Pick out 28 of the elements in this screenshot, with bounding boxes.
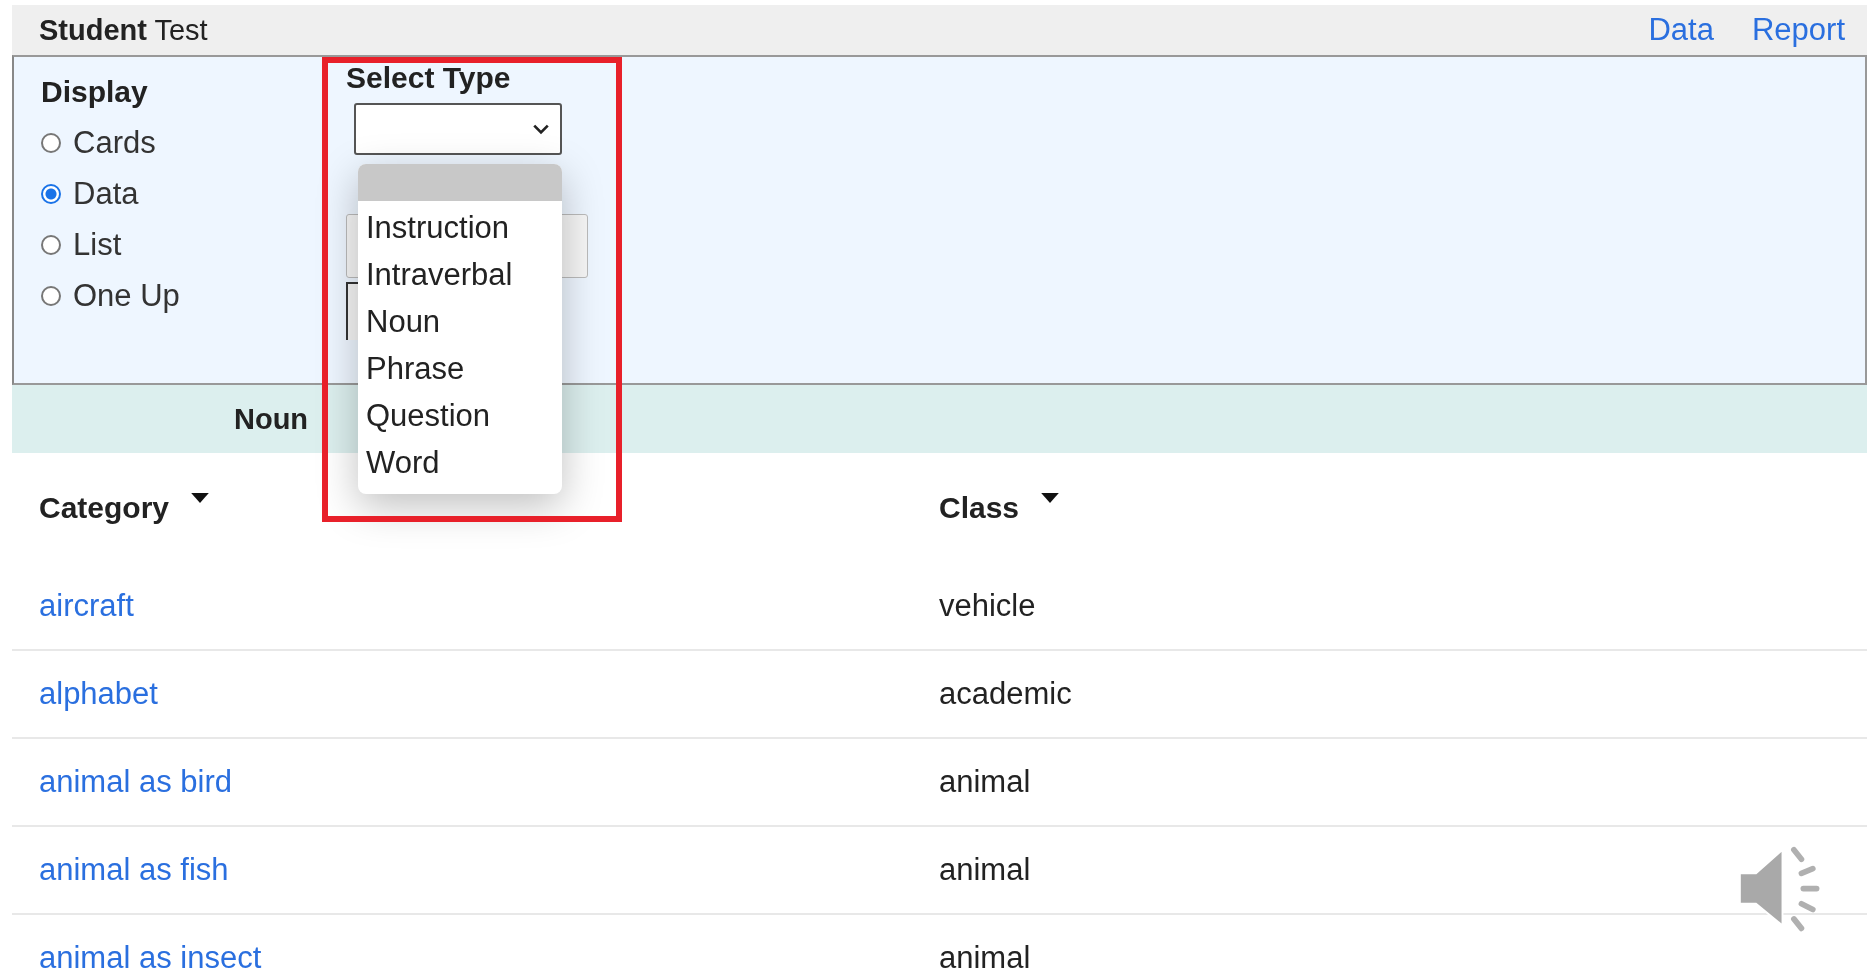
table-cell: animal xyxy=(939,940,1031,975)
table-cell: animal xyxy=(939,852,1031,887)
dropdown-option[interactable]: Word xyxy=(358,439,562,486)
table-cell: animal xyxy=(939,764,1031,799)
radio-label[interactable]: List xyxy=(73,226,122,263)
column-header[interactable]: Category xyxy=(39,491,170,525)
dropdown-option[interactable]: Question xyxy=(358,392,562,439)
dropdown-option[interactable]: Instruction xyxy=(358,204,562,251)
table-cell: vehicle xyxy=(939,588,1036,623)
category-link[interactable]: animal as bird xyxy=(39,764,232,799)
dropdown-option[interactable]: Noun xyxy=(358,298,562,345)
radio-label[interactable]: Cards xyxy=(73,124,156,161)
nav-link[interactable]: Data xyxy=(1648,12,1714,48)
table-cell: academic xyxy=(939,676,1072,711)
display-label: Display xyxy=(41,75,149,109)
radio-label[interactable]: Data xyxy=(73,175,139,212)
page-title: Student Test xyxy=(39,13,208,47)
radio-label[interactable]: One Up xyxy=(73,277,180,314)
select-type-label: Select Type xyxy=(346,61,512,95)
category-link[interactable]: aircraft xyxy=(39,588,134,623)
category-link[interactable]: alphabet xyxy=(39,676,158,711)
column-header[interactable]: Class xyxy=(939,491,1020,525)
category-link[interactable]: animal as insect xyxy=(39,940,262,975)
dropdown-option[interactable]: Intraverbal xyxy=(358,251,562,298)
dropdown-option[interactable]: Phrase xyxy=(358,345,562,392)
category-link[interactable]: animal as fish xyxy=(39,852,229,887)
nav-link[interactable]: Report xyxy=(1751,12,1845,48)
section-title: Noun xyxy=(234,402,309,436)
